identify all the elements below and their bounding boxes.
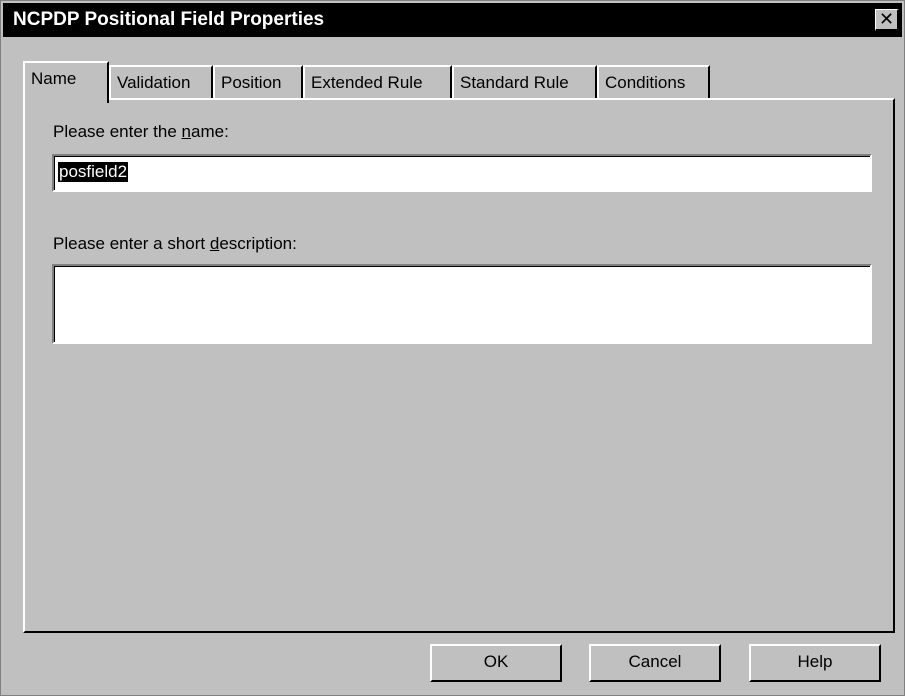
ok-button-label: OK <box>483 652 509 671</box>
title-bar[interactable]: NCPDP Positional Field Properties ✕ <box>3 3 902 37</box>
tab-conditions-label: Conditions <box>605 73 686 92</box>
help-button-label: Help <box>797 652 833 671</box>
name-field-label: Please enter the name: <box>53 122 229 142</box>
desc-label-text: Please enter a short <box>53 234 210 253</box>
desc-label-text-end: escription: <box>219 234 297 253</box>
help-button[interactable]: Help <box>749 644 881 682</box>
desc-label-accel: d <box>209 234 220 253</box>
cancel-button[interactable]: Cancel <box>589 644 721 682</box>
name-label-text: Please enter the <box>53 122 182 141</box>
tab-position-label: Position <box>221 73 282 92</box>
dialog-window: NCPDP Positional Field Properties ✕ Name… <box>0 0 905 696</box>
description-field-label: Please enter a short description: <box>53 234 297 254</box>
tab-standard-rule-label: Standard Rule <box>460 73 569 92</box>
description-textarea[interactable] <box>52 264 872 344</box>
tab-name[interactable]: Name <box>23 61 109 103</box>
name-label-text-end: ame: <box>191 122 229 141</box>
tab-conditions[interactable]: Conditions <box>597 65 710 99</box>
cancel-button-label: Cancel <box>628 652 682 671</box>
tab-validation[interactable]: Validation <box>109 65 213 99</box>
tab-position[interactable]: Position <box>213 65 303 99</box>
close-icon: ✕ <box>878 9 895 29</box>
close-button[interactable]: ✕ <box>875 9 899 31</box>
tab-extended-rule-label: Extended Rule <box>311 73 423 92</box>
tab-standard-rule[interactable]: Standard Rule <box>452 65 597 99</box>
name-input-value: posfield2 <box>58 162 129 182</box>
dialog-title: NCPDP Positional Field Properties <box>13 9 325 30</box>
tab-panel-name: Please enter the name: posfield2 Please … <box>23 98 895 633</box>
name-label-accel: n <box>181 122 191 141</box>
tab-extended-rule[interactable]: Extended Rule <box>303 65 452 99</box>
ok-button[interactable]: OK <box>430 644 562 682</box>
tab-name-label: Name <box>31 69 77 88</box>
name-input[interactable]: posfield2 <box>52 154 872 192</box>
tab-validation-label: Validation <box>117 73 191 92</box>
